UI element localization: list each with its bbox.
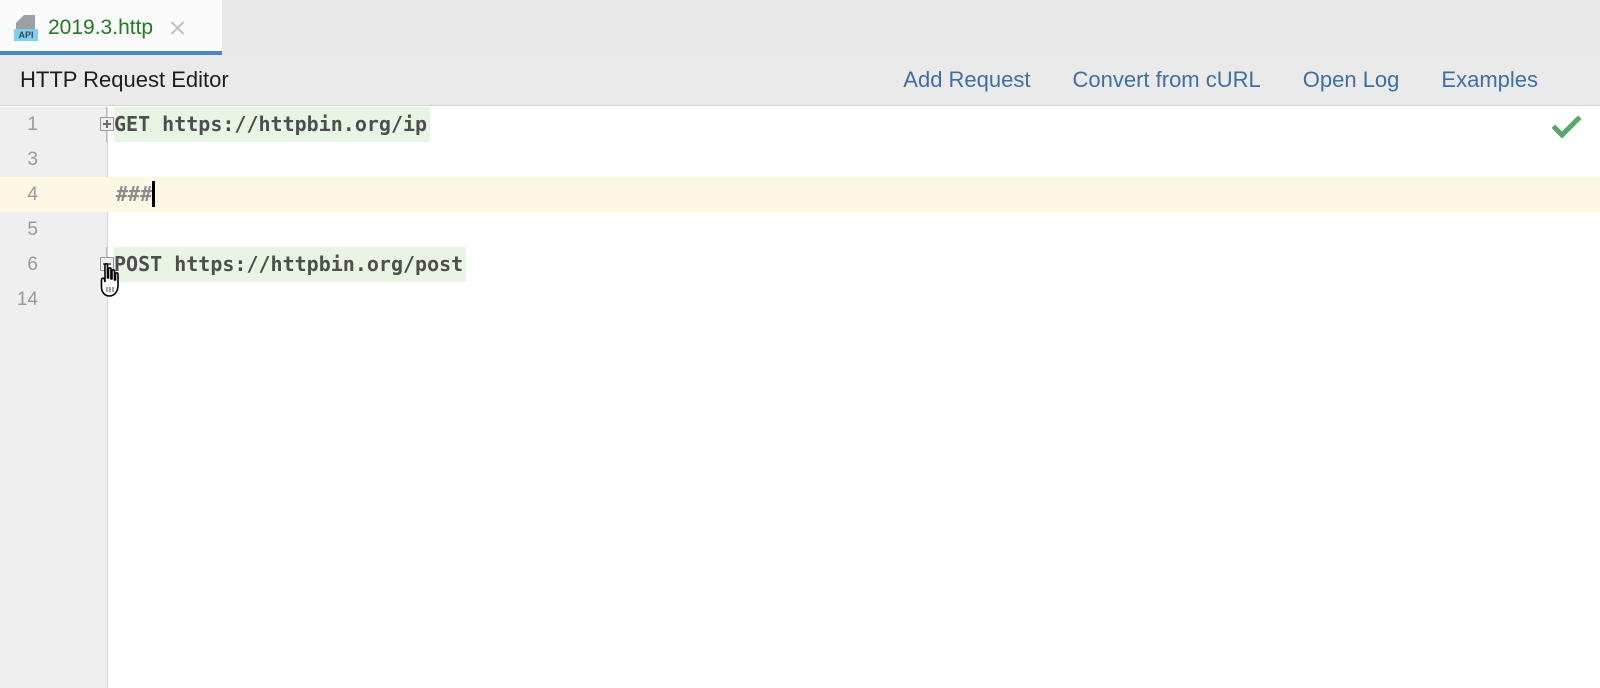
toolbar-actions: Add Request Convert from cURL Open Log E…	[903, 67, 1538, 93]
http-file-icon: API	[14, 14, 38, 41]
fold-stem	[106, 271, 107, 282]
http-comment-line[interactable]: ###	[116, 177, 156, 212]
fold-stem	[106, 107, 107, 117]
editor-line-row[interactable]: 1 GET https://httpbin.org/ip	[0, 107, 1600, 142]
editor-lines: 1 GET https://httpbin.org/ip 3 4 ### 5 6 POST h…	[0, 107, 1600, 317]
editor-line-row[interactable]: 6 POST https://httpbin.org/post	[0, 247, 1600, 282]
http-request-line[interactable]: GET https://httpbin.org/ip	[114, 107, 431, 142]
line-number: 3	[27, 149, 38, 170]
fold-stem	[106, 131, 107, 142]
examples-link[interactable]: Examples	[1441, 67, 1538, 93]
tab-2019-3-http[interactable]: API 2019.3.http	[0, 0, 222, 55]
editor-line-row[interactable]: 4 ###	[0, 177, 1600, 212]
line-number: 1	[27, 114, 38, 135]
fold-collapse-icon[interactable]	[100, 257, 114, 271]
line-number: 6	[27, 254, 38, 275]
http-request-line[interactable]: POST https://httpbin.org/post	[114, 247, 467, 282]
fold-expand-icon[interactable]	[100, 117, 114, 131]
page-title: HTTP Request Editor	[20, 67, 229, 92]
line-number: 14	[16, 289, 38, 310]
convert-from-curl-link[interactable]: Convert from cURL	[1072, 67, 1260, 93]
close-icon[interactable]	[167, 18, 187, 38]
line-number: 5	[27, 219, 38, 240]
fold-stem	[106, 247, 107, 257]
inspection-ok-check-icon[interactable]	[1552, 115, 1582, 141]
line-number: 4	[27, 184, 38, 205]
editor-tab-bar: API 2019.3.http	[0, 0, 1600, 55]
editor-line-row[interactable]: 3	[0, 142, 1600, 177]
editor-line-row[interactable]: 5	[0, 212, 1600, 247]
editor-line-row[interactable]: 14	[0, 282, 1600, 317]
api-badge-label: API	[14, 28, 38, 41]
open-log-link[interactable]: Open Log	[1303, 67, 1400, 93]
http-request-editor-toolbar: HTTP Request Editor Add Request Convert …	[0, 55, 1600, 106]
text-caret	[152, 181, 156, 207]
code-editor[interactable]: 1 GET https://httpbin.org/ip 3 4 ### 5 6 POST h…	[0, 107, 1600, 688]
add-request-link[interactable]: Add Request	[903, 67, 1030, 93]
tab-title: 2019.3.http	[48, 15, 154, 39]
